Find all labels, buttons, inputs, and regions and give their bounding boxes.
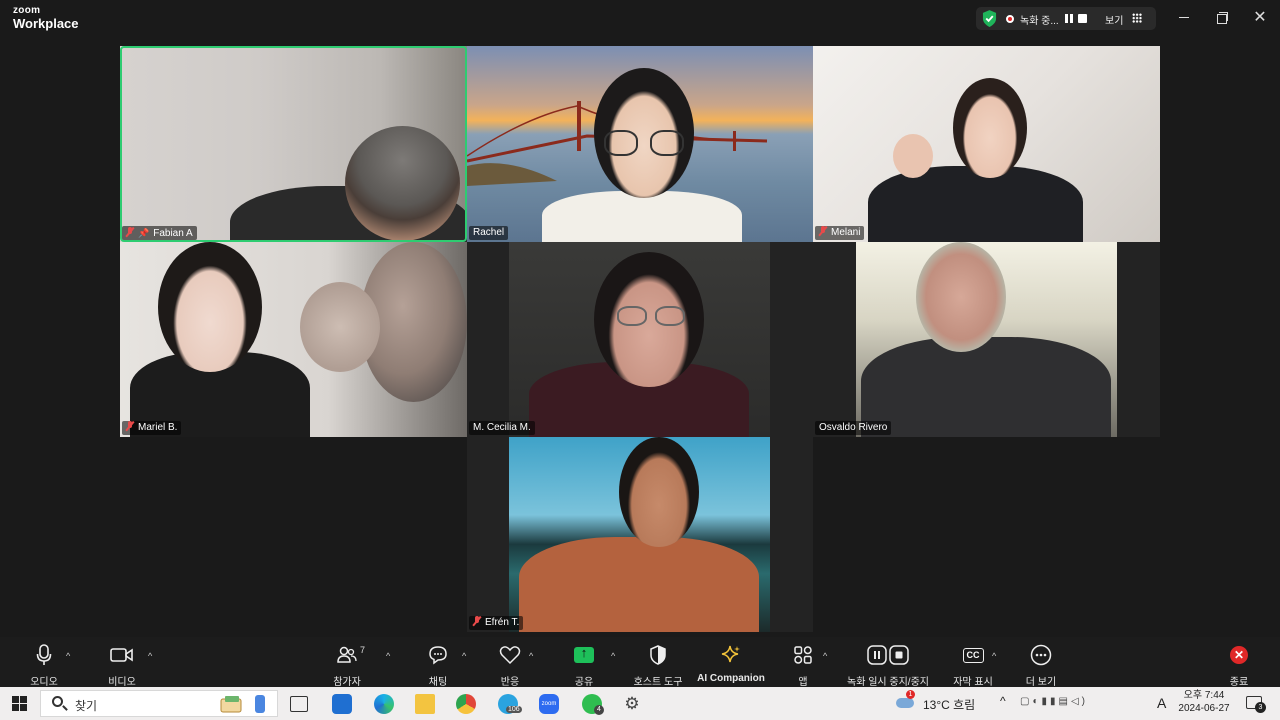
task-view-icon[interactable]: [290, 696, 308, 712]
video-tile-mariel[interactable]: Mariel B.: [120, 242, 467, 437]
audio-options-caret-icon[interactable]: ^: [66, 651, 70, 661]
mail-app-icon[interactable]: [332, 694, 352, 714]
notification-center-icon[interactable]: 3: [1246, 696, 1266, 713]
end-x-icon: ✕: [1230, 646, 1248, 664]
taskbar-search[interactable]: 찾기: [40, 690, 278, 717]
close-button[interactable]: ✕: [1250, 8, 1270, 28]
video-tile-osvaldo[interactable]: Osvaldo Rivero: [813, 242, 1160, 437]
view-button[interactable]: 보기: [1105, 12, 1123, 27]
participant-name-tag: Rachel: [469, 226, 509, 240]
participant-name-tag: M. Cecilia M.: [469, 421, 535, 435]
participant-name-tag: Osvaldo Rivero: [815, 421, 892, 435]
pin-icon: 📌: [138, 228, 150, 238]
share-options-caret-icon[interactable]: ^: [611, 651, 615, 661]
participant-video: [856, 242, 1117, 437]
participants-button[interactable]: 7 참가자: [325, 643, 369, 688]
captions-options-caret-icon[interactable]: ^: [992, 651, 996, 661]
muted-mic-icon: [126, 421, 134, 431]
video-tile-rachel[interactable]: Rachel: [467, 46, 813, 242]
apps-button[interactable]: 앱: [789, 643, 817, 688]
title-bar: zoom Workplace 녹화 중... 보기 ✕: [0, 0, 1280, 38]
chat-options-caret-icon[interactable]: ^: [462, 651, 466, 661]
edge-browser-icon[interactable]: [374, 694, 394, 714]
participant-video: [868, 166, 1083, 242]
recording-status: 녹화 중...: [1020, 16, 1059, 27]
recording-dot-icon: [1006, 15, 1014, 23]
telegram-badge: 106: [506, 706, 522, 713]
search-icon: [52, 696, 63, 707]
video-camera-icon: [110, 648, 133, 662]
search-highlight-illustration: [220, 695, 265, 713]
heart-icon: [499, 646, 521, 665]
end-meeting-button[interactable]: ✕ 종료: [1222, 643, 1256, 688]
clock[interactable]: 오후 7:44 2024-06-27: [1176, 689, 1232, 716]
apps-icon: [794, 646, 812, 664]
muted-mic-icon: [819, 226, 827, 236]
participant-name-tag: 📌 Fabian A: [122, 226, 197, 240]
muted-mic-icon: [473, 616, 481, 626]
show-hidden-icons-chevron[interactable]: ^: [1000, 694, 1006, 708]
more-button[interactable]: 더 보기: [1022, 643, 1060, 688]
host-tools-button[interactable]: 호스트 도구: [628, 643, 688, 688]
participant-video: [509, 437, 770, 632]
reactions-options-caret-icon[interactable]: ^: [529, 651, 533, 661]
notification-badge: 3: [1255, 702, 1266, 713]
whatsapp-icon[interactable]: 4: [582, 694, 604, 715]
captions-button[interactable]: CC 자막 표시: [950, 643, 996, 688]
weather-alert-badge: 1: [906, 690, 915, 699]
participants-icon: [337, 646, 357, 663]
reactions-button[interactable]: 반응: [490, 643, 530, 688]
video-button[interactable]: 비디오: [100, 643, 144, 688]
video-tile-efren[interactable]: Efrén T.: [467, 437, 813, 632]
participant-video: [509, 242, 770, 437]
participant-name-tag: Melani: [815, 226, 865, 240]
pause-icon: [867, 645, 887, 665]
meeting-toolbar: 오디오 ^ 비디오 ^ 7 참가자 ^ 채팅 ^ 반응 ^ 공유 ^ 호스트 도…: [0, 637, 1280, 688]
share-button[interactable]: 공유: [566, 643, 602, 688]
pause-recording-icon[interactable]: [1065, 14, 1073, 23]
ai-companion-button[interactable]: AI Companion: [695, 643, 767, 684]
more-icon: [1030, 644, 1052, 666]
chat-button[interactable]: 채팅: [418, 643, 458, 688]
participant-name-tag: Efrén T.: [469, 616, 524, 630]
recording-indicator[interactable]: 녹화 중... 보기: [976, 7, 1156, 30]
share-screen-icon: [574, 645, 594, 663]
chat-icon: [429, 646, 447, 665]
participant-video: [542, 191, 742, 242]
stop-recording-icon[interactable]: [1078, 14, 1087, 23]
file-explorer-icon[interactable]: [415, 694, 435, 714]
minimize-button[interactable]: [1174, 8, 1194, 28]
zoom-logo: zoom Workplace: [13, 5, 79, 31]
system-tray-icons[interactable]: ▢◐▮▮▤◁): [1020, 696, 1088, 707]
security-shield-icon: [650, 645, 666, 665]
chrome-icon[interactable]: [456, 694, 476, 714]
weather-cloud-icon: [896, 698, 914, 708]
stop-icon: [889, 645, 909, 665]
windows-start-icon[interactable]: [12, 696, 27, 711]
recording-controls-button[interactable]: 녹화 일시 중지/중지: [840, 643, 936, 688]
restore-button[interactable]: [1212, 8, 1232, 28]
encryption-shield-icon: [982, 10, 997, 27]
video-options-caret-icon[interactable]: ^: [148, 651, 152, 661]
muted-mic-icon: [126, 227, 134, 237]
participants-options-caret-icon[interactable]: ^: [386, 651, 390, 661]
sparkle-icon: [721, 645, 740, 663]
video-tile-fabian[interactable]: 📌 Fabian A: [120, 46, 467, 242]
participant-name-tag: Mariel B.: [122, 421, 182, 435]
audio-button[interactable]: 오디오: [23, 643, 65, 688]
whatsapp-badge: 4: [594, 705, 604, 715]
ime-indicator[interactable]: A: [1157, 695, 1166, 711]
zoom-app-icon[interactable]: zoom: [539, 694, 559, 714]
apps-options-caret-icon[interactable]: ^: [823, 651, 827, 661]
closed-captions-icon: CC: [962, 647, 984, 663]
telegram-icon[interactable]: 106: [498, 694, 522, 714]
grid-view-icon[interactable]: [1132, 13, 1142, 23]
video-tile-melani[interactable]: Melani: [813, 46, 1160, 242]
settings-gear-icon[interactable]: ⚙: [622, 694, 642, 714]
video-tile-cecilia[interactable]: M. Cecilia M.: [467, 242, 813, 437]
microphone-icon: [36, 644, 52, 665]
windows-taskbar: 찾기 106 zoom 4 ⚙ 1 13°C 흐림 ^ ▢◐▮▮▤◁) A 오후…: [0, 687, 1280, 720]
participants-count: 7: [360, 645, 366, 655]
